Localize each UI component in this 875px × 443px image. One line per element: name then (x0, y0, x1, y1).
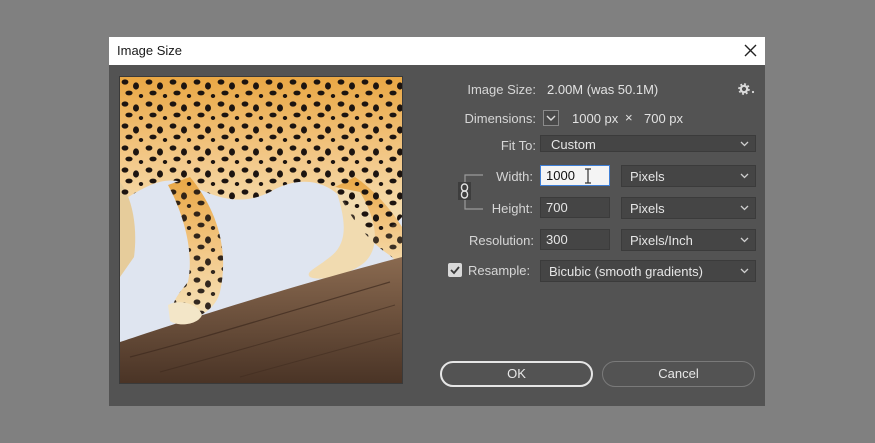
chevron-down-icon (740, 237, 749, 243)
height-input[interactable] (540, 197, 610, 218)
resolution-unit-value: Pixels/Inch (630, 233, 693, 248)
resolution-input[interactable] (540, 229, 610, 250)
width-label: Width: (496, 169, 533, 184)
width-unit-select[interactable]: Pixels (621, 165, 756, 187)
settings-gear-button[interactable] (738, 82, 755, 100)
resample-checkbox[interactable] (448, 263, 462, 277)
chevron-down-icon (740, 173, 749, 179)
fit-to-label: Fit To: (500, 138, 536, 153)
dimensions-label: Dimensions: (464, 111, 536, 126)
close-button[interactable] (735, 37, 765, 65)
height-unit-select[interactable]: Pixels (621, 197, 756, 219)
title-bar: Image Size (109, 37, 765, 65)
chevron-down-icon (546, 115, 556, 121)
cancel-button[interactable]: Cancel (602, 361, 755, 387)
image-preview[interactable] (119, 76, 403, 384)
chevron-down-icon (740, 205, 749, 211)
height-unit-value: Pixels (630, 201, 665, 216)
resolution-label: Resolution: (468, 233, 534, 248)
resolution-unit-select[interactable]: Pixels/Inch (621, 229, 756, 251)
width-input[interactable] (540, 165, 610, 186)
fit-to-select[interactable]: Custom (540, 135, 756, 152)
dimensions-height-value: 700 px (644, 111, 684, 126)
text-cursor-icon (585, 168, 591, 184)
dimensions-width-value: 1000 px (572, 111, 619, 126)
resample-label: Resample: (468, 263, 531, 278)
fit-to-value: Custom (551, 137, 596, 152)
ok-button[interactable]: OK (440, 361, 593, 387)
dialog-title: Image Size (117, 43, 183, 58)
dimensions-toggle[interactable] (543, 110, 559, 126)
close-icon (744, 44, 757, 57)
chevron-down-icon (740, 141, 749, 147)
resample-method-select[interactable]: Bicubic (smooth gradients) (540, 260, 756, 282)
link-icon (460, 183, 469, 199)
resample-method-value: Bicubic (smooth gradients) (549, 264, 703, 279)
height-label: Height: (491, 201, 533, 216)
gear-icon (738, 83, 755, 95)
width-unit-value: Pixels (630, 169, 665, 184)
chevron-down-icon (740, 268, 749, 274)
preview-illustration (120, 77, 402, 383)
constrain-proportions-button[interactable] (458, 182, 471, 200)
dimensions-times: × (625, 110, 633, 125)
image-size-label: Image Size: (467, 82, 536, 97)
check-icon (450, 266, 460, 275)
image-size-dialog: Image Size Image Size: 2.00M (was 50.1M)… (109, 37, 765, 406)
image-size-value: 2.00M (was 50.1M) (547, 82, 659, 97)
